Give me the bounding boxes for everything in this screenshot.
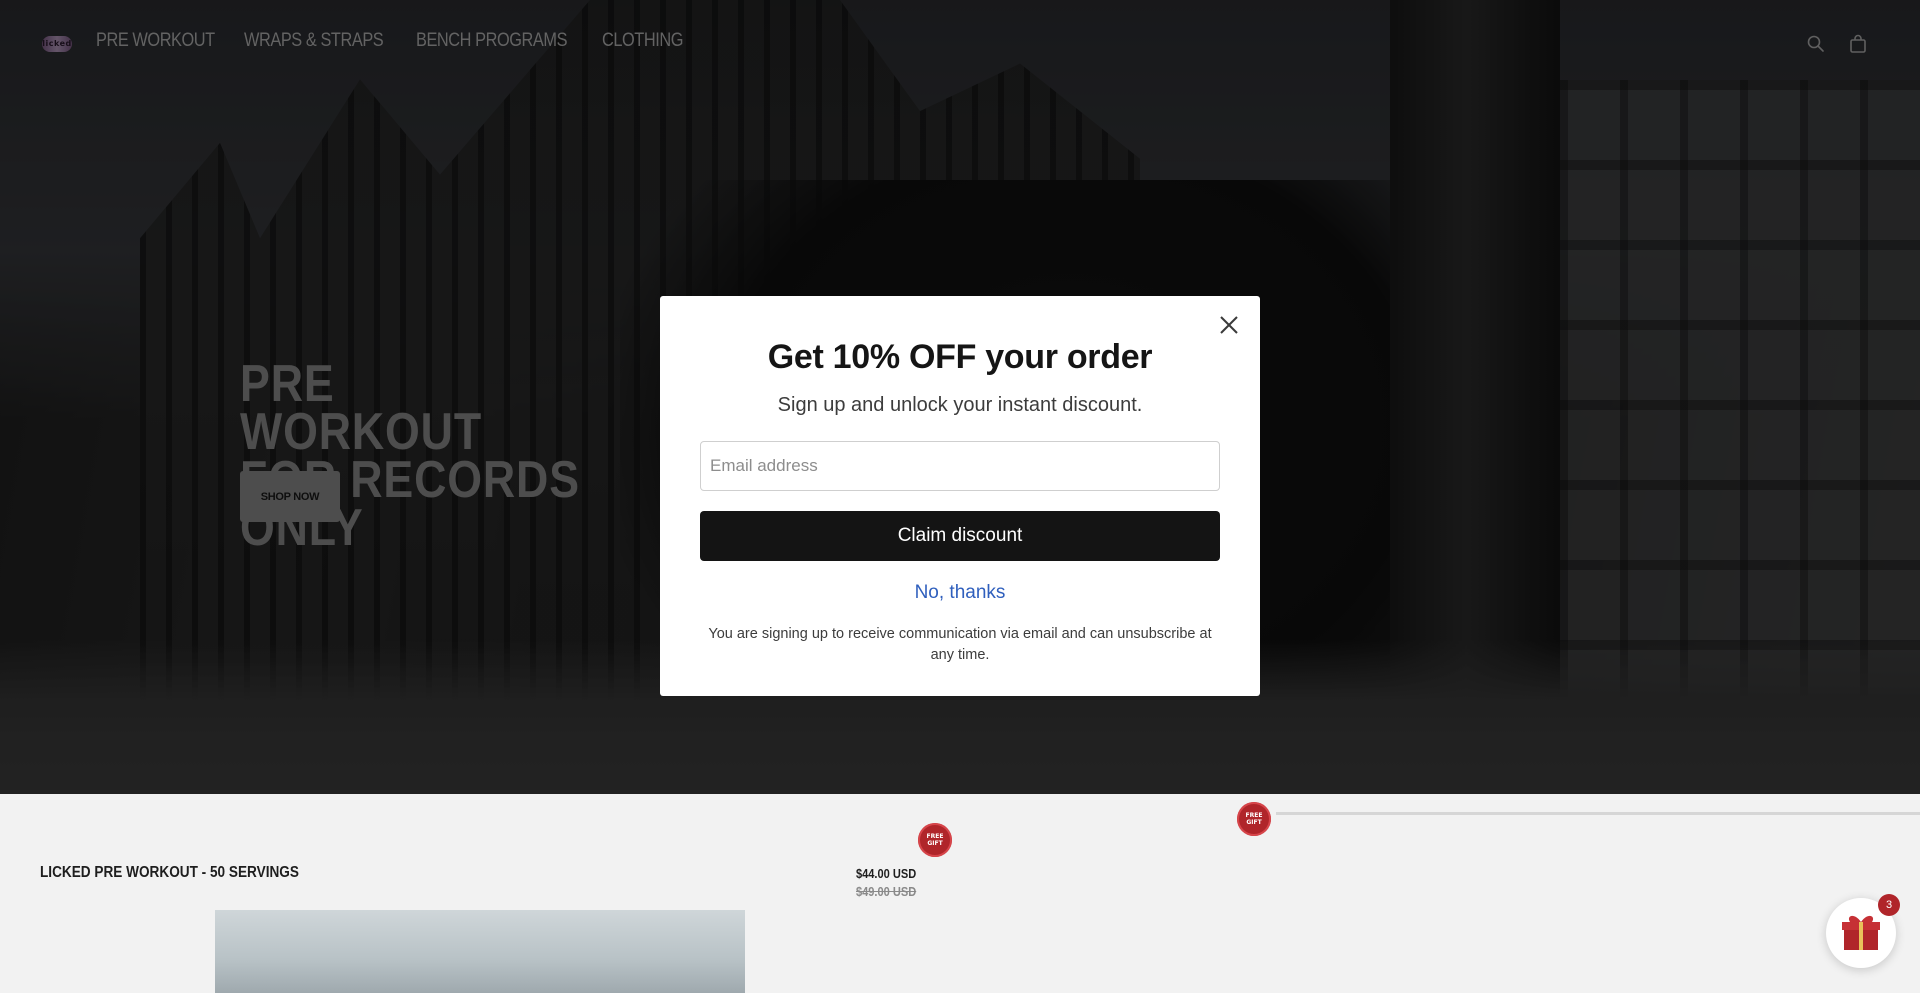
no-thanks-link[interactable]: No, thanks bbox=[660, 582, 1260, 604]
gift-count-badge: 3 bbox=[1878, 894, 1900, 916]
popup-heading: Get 10% OFF your order bbox=[767, 338, 1153, 376]
free-gift-badge: FREE GIFT bbox=[1237, 802, 1271, 836]
claim-discount-button[interactable]: Claim discount bbox=[700, 511, 1220, 561]
product-title[interactable]: LICKED PRE WORKOUT - 50 SERVINGS bbox=[40, 864, 299, 882]
section-divider bbox=[1276, 812, 1920, 815]
popup-subheading: Sign up and unlock your instant discount… bbox=[777, 394, 1143, 416]
popup-disclaimer: You are signing up to receive communicat… bbox=[708, 626, 1212, 663]
free-gift-badge: FREE GIFT bbox=[918, 823, 952, 857]
email-field[interactable] bbox=[700, 441, 1220, 491]
gift-widget-button[interactable]: 3 bbox=[1826, 894, 1900, 968]
product-price: $44.00 USD bbox=[856, 866, 917, 881]
product-compare-price: $49.00 USD bbox=[856, 884, 917, 899]
close-icon[interactable] bbox=[1214, 310, 1244, 340]
product-image[interactable] bbox=[215, 910, 745, 993]
discount-popup: Get 10% OFF your order Sign up and unloc… bbox=[660, 296, 1260, 696]
